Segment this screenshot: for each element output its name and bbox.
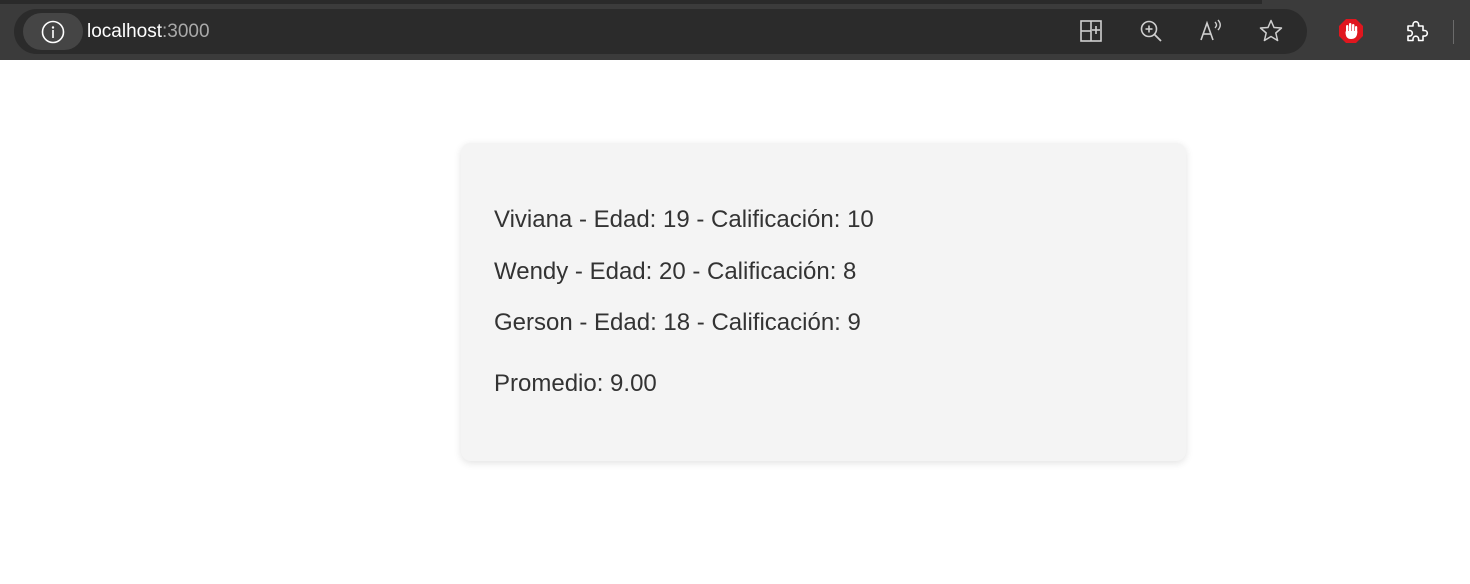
students-card: Viviana - Edad: 19 - Calificación: 10 We… bbox=[461, 143, 1186, 461]
split-screen-icon bbox=[1080, 20, 1102, 42]
zoom-button[interactable] bbox=[1137, 17, 1165, 45]
read-aloud-icon bbox=[1200, 19, 1221, 41]
zoom-icon bbox=[1140, 20, 1162, 42]
url-text[interactable]: localhost:3000 bbox=[87, 18, 210, 46]
split-screen-button[interactable] bbox=[1077, 17, 1105, 45]
url-host: localhost bbox=[87, 21, 162, 42]
extensions-icon bbox=[1407, 20, 1429, 42]
adblock-button[interactable] bbox=[1337, 17, 1365, 45]
tab-strip bbox=[0, 0, 1262, 4]
url-port: :3000 bbox=[162, 21, 210, 42]
site-info-button[interactable] bbox=[23, 13, 83, 50]
info-icon bbox=[41, 20, 65, 43]
average-text: Promedio: 9.00 bbox=[494, 370, 657, 397]
favorite-button[interactable] bbox=[1257, 17, 1285, 45]
read-aloud-button[interactable] bbox=[1197, 17, 1225, 45]
student-item: Wendy - Edad: 20 - Calificación: 8 bbox=[494, 258, 857, 285]
student-item: Viviana - Edad: 19 - Calificación: 10 bbox=[494, 206, 874, 233]
adblock-icon bbox=[1339, 19, 1363, 43]
student-item: Gerson - Edad: 18 - Calificación: 9 bbox=[494, 309, 861, 336]
favorite-star-icon bbox=[1259, 19, 1283, 42]
toolbar-divider bbox=[1453, 20, 1454, 44]
browser-toolbar: localhost:3000 bbox=[0, 0, 1470, 60]
extensions-button[interactable] bbox=[1403, 17, 1431, 45]
